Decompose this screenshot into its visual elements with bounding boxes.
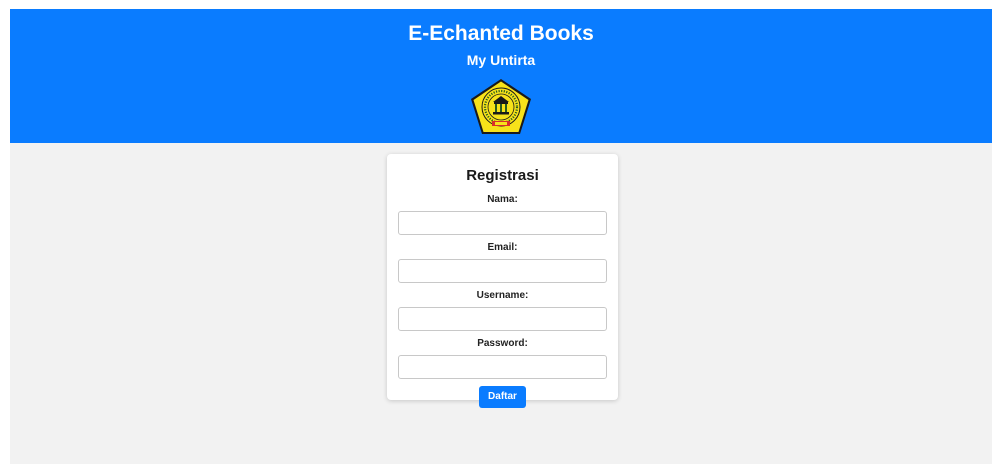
registration-card: Registrasi Nama: Email: Username: Passwo… [387, 154, 618, 408]
name-field[interactable] [398, 211, 607, 235]
site-title: E-Echanted Books [408, 22, 594, 45]
password-label: Password: [477, 338, 528, 349]
university-seal-logo-icon [471, 79, 531, 134]
site-subtitle: My Untirta [466, 52, 536, 68]
form-title: Registrasi [466, 167, 539, 184]
username-label: Username: [476, 290, 529, 301]
register-button[interactable]: Daftar [479, 386, 526, 408]
username-field[interactable] [398, 307, 607, 331]
name-label: Nama: [487, 194, 518, 205]
email-field[interactable] [398, 259, 607, 283]
site-header: E-Echanted Books My Untirta [10, 9, 992, 143]
password-field[interactable] [398, 355, 607, 379]
email-label: Email: [487, 242, 518, 253]
page-frame: E-Echanted Books My Untirta Registrasi N… [10, 9, 992, 464]
